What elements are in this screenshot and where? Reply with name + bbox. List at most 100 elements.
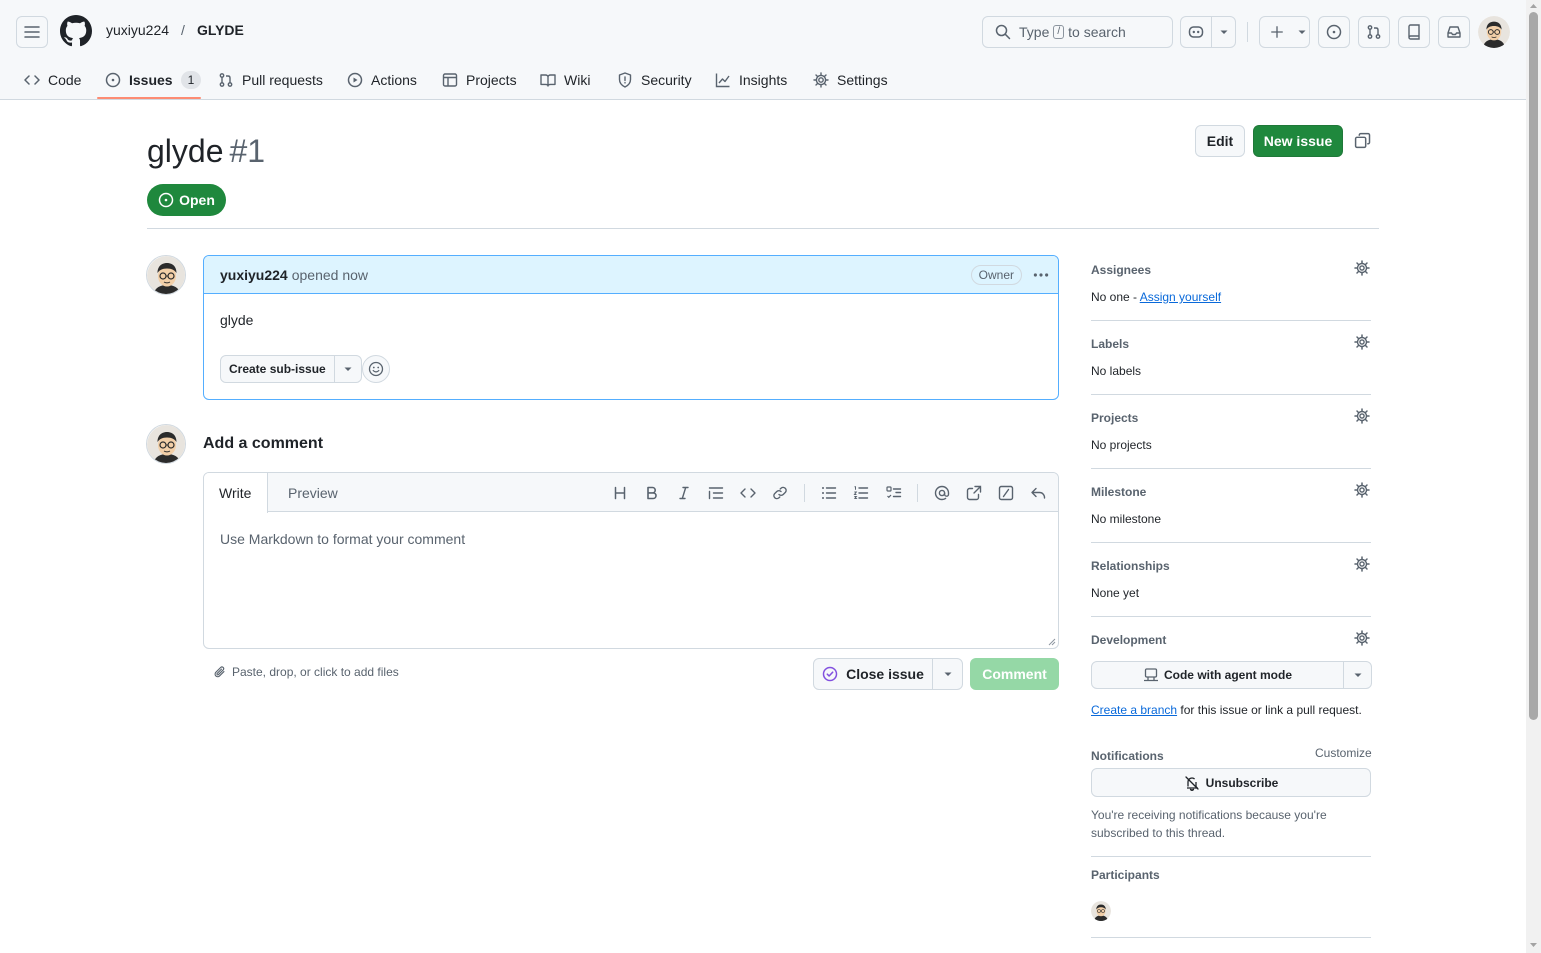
add-reaction-button[interactable] (362, 355, 390, 383)
create-branch-link[interactable]: Create a branch (1091, 703, 1177, 717)
close-issue-button[interactable]: Close issue (814, 659, 933, 689)
search-suffix: to search (1068, 24, 1126, 40)
tab-insights[interactable]: Insights (707, 60, 795, 100)
labels-settings-button[interactable] (1354, 334, 1370, 350)
tab-write[interactable]: Write (204, 473, 269, 513)
github-logo-icon[interactable] (60, 15, 92, 47)
edit-button[interactable]: Edit (1195, 125, 1245, 157)
owner-badge: Owner (970, 265, 1022, 285)
projects-settings-button[interactable] (1354, 408, 1370, 424)
copilot-menu-button[interactable] (1212, 17, 1235, 47)
copy-link-button[interactable] (1354, 132, 1371, 149)
customize-notifications-link[interactable]: Customize (1315, 746, 1372, 760)
repo-nav-tabs: Code Issues 1 Pull requests Actions Proj… (0, 60, 1526, 100)
copilot-button[interactable] (1181, 17, 1211, 47)
saved-replies-button[interactable] (1029, 484, 1047, 502)
title-divider (147, 228, 1379, 229)
issue-number: #1 (229, 133, 266, 169)
issue-body-comment: yuxiyu224 opened now Owner glyde Create … (203, 255, 1059, 400)
sidebar-assignees: Assignees No one - Assign yourself (1091, 260, 1371, 304)
comment-textarea[interactable]: Use Markdown to format your comment (220, 531, 465, 547)
assignees-settings-button[interactable] (1354, 260, 1370, 276)
tab-actions[interactable]: Actions (339, 60, 425, 100)
your-issues-button[interactable] (1318, 16, 1350, 48)
textarea-resize-handle[interactable] (1048, 638, 1056, 646)
reference-button[interactable] (965, 484, 983, 502)
notifications-inbox-button[interactable] (1438, 16, 1470, 48)
issue-opened-icon (105, 72, 121, 88)
avatar-icon (1091, 901, 1111, 921)
code-icon (24, 75, 40, 85)
mention-button[interactable] (933, 484, 951, 502)
tab-pull-requests[interactable]: Pull requests (210, 60, 331, 100)
link-button[interactable] (771, 484, 789, 502)
slash-icon (998, 485, 1014, 501)
tab-wiki[interactable]: Wiki (532, 60, 598, 100)
milestone-settings-button[interactable] (1354, 482, 1370, 498)
repositories-button[interactable] (1398, 16, 1430, 48)
hamburger-menu-button[interactable] (16, 16, 48, 48)
relationships-settings-button[interactable] (1354, 556, 1370, 572)
participant-avatar[interactable] (1091, 901, 1111, 921)
quote-button[interactable] (707, 484, 725, 502)
author-avatar[interactable] (146, 255, 186, 295)
comment-timestamp[interactable]: opened now (292, 267, 368, 283)
user-avatar-button[interactable] (1478, 16, 1510, 48)
agent-menu-button[interactable] (1344, 662, 1371, 688)
page-scrollbar[interactable] (1526, 0, 1541, 953)
create-new-button[interactable] (1259, 16, 1310, 48)
create-sub-issue-button[interactable]: Create sub-issue (221, 356, 335, 382)
scrollbar-thumb[interactable] (1529, 12, 1538, 720)
close-issue-menu-button[interactable] (933, 659, 962, 689)
development-settings-button[interactable] (1354, 630, 1370, 646)
sidebar-labels: Labels No labels (1091, 334, 1371, 378)
issue-opened-icon (1326, 24, 1342, 40)
unsubscribe-button[interactable]: Unsubscribe (1091, 768, 1371, 797)
selected-tab-underline (97, 97, 201, 99)
scroll-down-arrow-icon[interactable] (1526, 940, 1541, 950)
tab-projects[interactable]: Projects (434, 60, 525, 100)
sub-issue-menu-button[interactable] (335, 356, 361, 382)
issue-title-text: glyde (147, 133, 224, 169)
task-list-button[interactable] (885, 484, 903, 502)
comment-options-button[interactable] (1032, 266, 1050, 284)
issue-state-label: Open (179, 192, 215, 208)
unordered-list-button[interactable] (820, 484, 838, 502)
italic-icon (679, 486, 689, 500)
search-shortcut-key: / (1053, 25, 1065, 39)
comment-author-link[interactable]: yuxiyu224 (220, 267, 288, 283)
tab-issues[interactable]: Issues 1 (97, 60, 209, 100)
tab-security[interactable]: Security (609, 60, 700, 100)
assign-yourself-link[interactable]: Assign yourself (1140, 290, 1221, 304)
table-icon (442, 73, 458, 87)
gear-icon (1354, 334, 1370, 350)
tab-code[interactable]: Code (16, 60, 89, 100)
bold-button[interactable] (643, 484, 661, 502)
paperclip-icon (214, 666, 225, 678)
comment-submit-button[interactable]: Comment (970, 658, 1059, 690)
tab-label: Insights (739, 72, 788, 88)
ordered-list-button[interactable] (852, 484, 870, 502)
scroll-up-arrow-icon[interactable] (1526, 1, 1541, 11)
search-input[interactable]: Type / to search (982, 16, 1173, 48)
sidebar-divider (1091, 468, 1371, 469)
tab-settings[interactable]: Settings (805, 60, 896, 100)
repo-owner-link[interactable]: yuxiyu224 (106, 22, 169, 38)
agent-icon (1143, 668, 1158, 682)
italic-button[interactable] (675, 484, 693, 502)
list-ordered-icon (853, 486, 869, 499)
slash-commands-button[interactable] (997, 484, 1015, 502)
code-button[interactable] (739, 484, 757, 502)
repo-name-link[interactable]: GLYDE (197, 22, 244, 38)
attach-files-hint[interactable]: Paste, drop, or click to add files (213, 665, 399, 679)
tab-preview[interactable]: Preview (272, 473, 354, 512)
heading-button[interactable] (611, 484, 629, 502)
bell-slash-icon (1185, 775, 1199, 791)
labels-value: No labels (1091, 364, 1142, 378)
your-pull-requests-button[interactable] (1358, 16, 1390, 48)
code-with-agent-button[interactable]: Code with agent mode (1092, 662, 1344, 688)
new-issue-button[interactable]: New issue (1253, 125, 1343, 157)
close-issue-split-button: Close issue (813, 658, 963, 690)
graph-icon (715, 73, 730, 88)
copy-icon (1354, 132, 1371, 149)
